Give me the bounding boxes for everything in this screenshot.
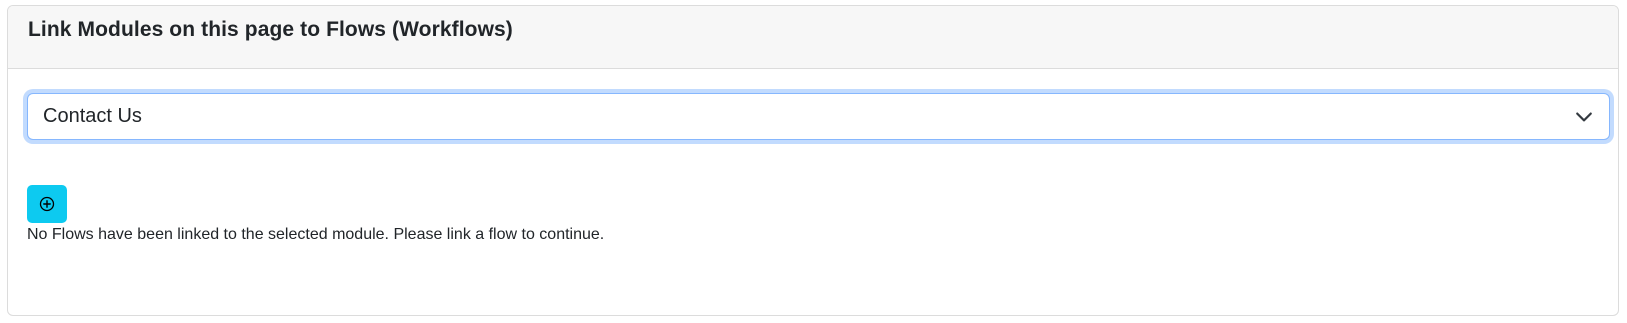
module-select[interactable]: Contact Us — [27, 93, 1610, 140]
chevron-down-icon — [1576, 112, 1592, 122]
module-select-value: Contact Us — [43, 105, 142, 127]
plus-circle-icon — [39, 196, 55, 212]
empty-flows-message: No Flows have been linked to the selecte… — [27, 226, 605, 243]
link-flows-card: Link Modules on this page to Flows (Work… — [7, 5, 1619, 316]
card-title: Link Modules on this page to Flows (Work… — [28, 18, 513, 41]
card-header: Link Modules on this page to Flows (Work… — [8, 6, 1618, 69]
add-flow-button[interactable] — [27, 185, 67, 223]
